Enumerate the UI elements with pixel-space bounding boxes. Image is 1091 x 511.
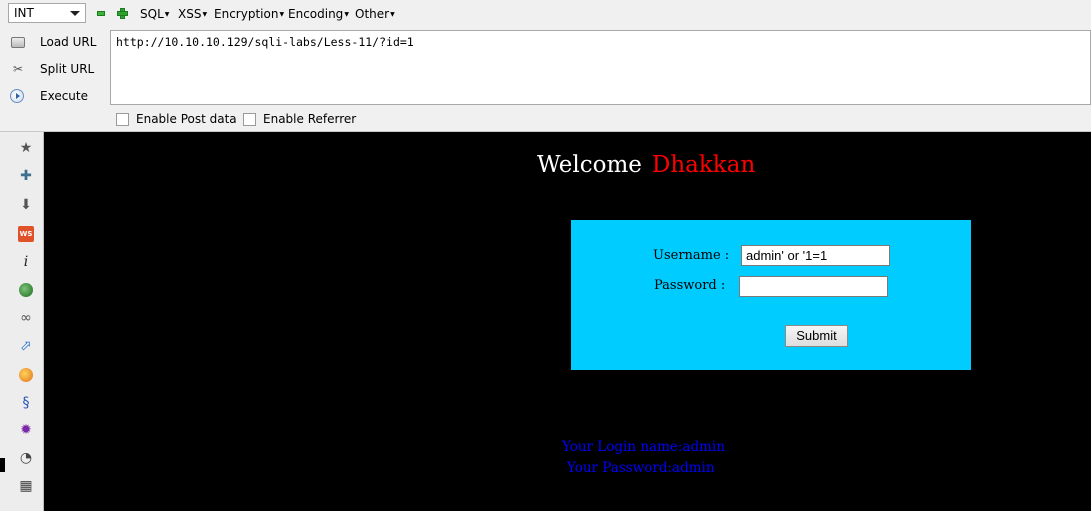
menu-sql[interactable]: SQL▼ (140, 7, 169, 21)
load-url-label: Load URL (40, 35, 97, 49)
virus-icon[interactable]: ✹ (18, 422, 34, 438)
layout-icon[interactable]: ▦ (18, 478, 34, 494)
enable-referrer-label: Enable Referrer (263, 112, 357, 126)
username-input[interactable]: admin' or '1=1 (741, 245, 890, 266)
star-icon[interactable]: ★ (18, 140, 34, 156)
page-content: Welcome Dhakkan Username : admin' or '1=1… (45, 132, 1091, 511)
scissors-icon: ✂ (12, 62, 24, 76)
menu-arrow-icon: ▼ (279, 11, 285, 18)
menu-encryption-label: Encryption (214, 7, 279, 21)
orange-ball-icon[interactable] (19, 368, 33, 382)
load-url-icon (11, 37, 25, 48)
sidebar-edge-marker (0, 458, 5, 472)
increase-icon[interactable] (117, 8, 128, 19)
menu-other-label: Other (355, 7, 390, 21)
cookie-icon[interactable]: ◔ (18, 450, 34, 466)
url-textarea[interactable]: http://10.10.10.129/sqli-labs/Less-11/?i… (110, 30, 1091, 105)
menu-encoding[interactable]: Encoding▼ (288, 7, 349, 21)
password-result: Your Password:admin (567, 460, 715, 476)
hackbar: INT SQL▼ XSS▼ Encryption▼ Encoding▼ Othe… (0, 0, 1091, 132)
browser-window: INT SQL▼ XSS▼ Encryption▼ Encoding▼ Othe… (0, 0, 1091, 511)
hackbar-menubar: INT SQL▼ XSS▼ Encryption▼ Encoding▼ Othe… (0, 0, 1091, 28)
menu-arrow-icon: ▼ (390, 11, 395, 18)
checkbox-box[interactable] (116, 113, 129, 126)
submit-button[interactable]: Submit (785, 325, 848, 347)
info-icon[interactable]: i (18, 254, 34, 270)
load-url-button[interactable]: Load URL (10, 32, 105, 52)
menu-encoding-label: Encoding (288, 7, 344, 21)
glasses-icon[interactable]: ∞ (18, 310, 34, 326)
menu-encryption[interactable]: Encryption▼ (214, 7, 284, 21)
username-label: Username : (653, 248, 730, 263)
menu-xss[interactable]: XSS▼ (178, 7, 207, 21)
enable-post-data-label: Enable Post data (136, 112, 237, 126)
menu-arrow-icon: ▼ (164, 11, 170, 18)
hackbar-actions: Load URL ✂ Split URL Execute (0, 28, 110, 106)
welcome-text: Welcome (537, 152, 642, 178)
type-select[interactable]: INT (8, 3, 86, 23)
password-label: Password : (654, 278, 726, 293)
execute-button[interactable]: Execute (10, 86, 105, 106)
menu-other[interactable]: Other▼ (355, 7, 395, 21)
download-icon[interactable]: ⬇ (18, 197, 34, 213)
swirl-icon[interactable]: § (18, 395, 34, 411)
decrease-icon[interactable] (97, 11, 105, 16)
welcome-name: Dhakkan (651, 152, 756, 178)
password-input[interactable] (739, 276, 888, 297)
checkbox-box[interactable] (243, 113, 256, 126)
menu-sql-label: SQL (140, 7, 164, 21)
menu-arrow-icon: ▼ (202, 11, 208, 18)
chevron-down-icon (70, 11, 80, 16)
ws-icon[interactable]: WS (18, 226, 34, 242)
puzzle-icon[interactable]: ✚ (18, 168, 34, 184)
menu-arrow-icon: ▼ (344, 11, 349, 18)
login-name-result: Your Login name:admin (562, 439, 725, 455)
execute-label: Execute (40, 89, 88, 103)
type-select-value: INT (14, 6, 34, 20)
menu-xss-label: XSS (178, 7, 202, 21)
pointer-icon[interactable]: ⬀ (18, 338, 34, 354)
login-form: Username : admin' or '1=1 Password : Sub… (571, 220, 971, 370)
split-url-button[interactable]: ✂ Split URL (10, 59, 105, 79)
green-ball-icon[interactable] (19, 283, 33, 297)
play-icon (10, 89, 24, 103)
welcome-heading: Welcome Dhakkan (537, 152, 755, 178)
addon-sidebar: ★ ✚ ⬇ WS i ∞ ⬀ § ✹ ◔ ▦ (0, 132, 44, 511)
split-url-label: Split URL (40, 62, 95, 76)
